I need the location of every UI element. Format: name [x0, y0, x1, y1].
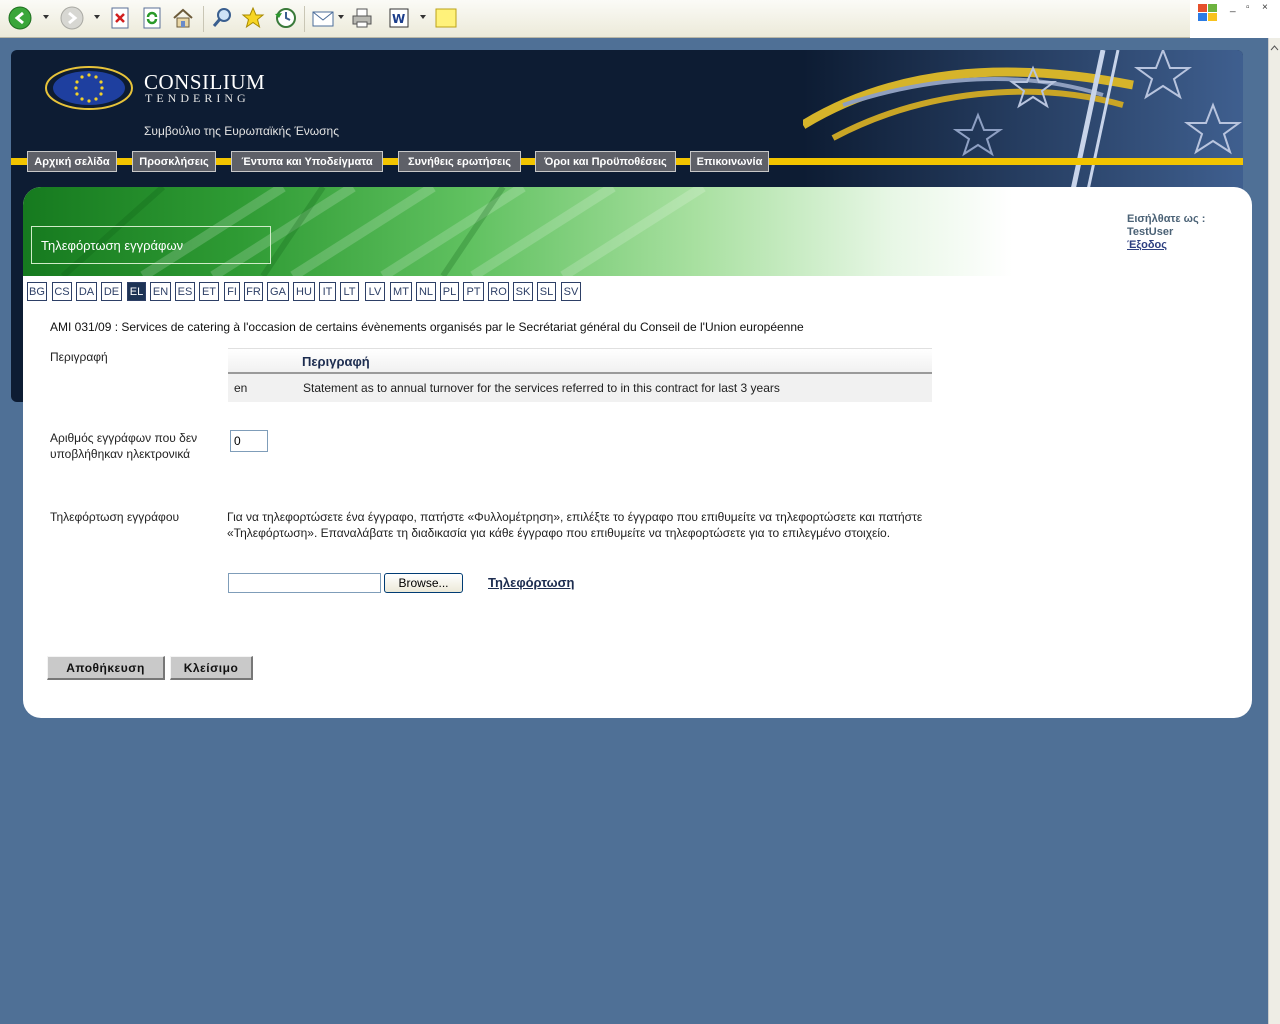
lang-lv[interactable]: LV — [365, 282, 385, 301]
content-panel: Τηλεφόρτωση εγγράφων Εισήλθατε ως : Test… — [23, 187, 1252, 718]
username: TestUser — [1127, 226, 1174, 238]
paper-count-label: Αριθμός εγγράφων που δεν υποβλήθηκαν ηλε… — [50, 431, 198, 461]
lang-it[interactable]: IT — [319, 282, 336, 301]
logout-link[interactable]: Έξοδος — [1127, 239, 1167, 251]
lang-pt[interactable]: PT — [463, 282, 484, 301]
mail-dropdown-icon[interactable] — [338, 15, 344, 19]
minimize-button[interactable]: _ — [1230, 2, 1236, 13]
edit-dropdown-icon[interactable] — [420, 15, 426, 19]
home-icon[interactable] — [171, 6, 195, 30]
description-table: Περιγραφή en Statement as to annual turn… — [228, 348, 932, 402]
windows-logo-icon — [1198, 4, 1217, 21]
lang-lt[interactable]: LT — [340, 282, 359, 301]
upload-link[interactable]: Τηλεφόρτωση — [488, 575, 575, 590]
lang-fi[interactable]: FI — [224, 282, 240, 301]
lang-sv[interactable]: SV — [561, 282, 581, 301]
lang-fr[interactable]: FR — [244, 282, 263, 301]
save-button[interactable]: Αποθήκευση — [47, 656, 165, 680]
lang-da[interactable]: DA — [76, 282, 97, 301]
svg-text:W: W — [392, 12, 405, 26]
table-header: Περιγραφή — [228, 348, 932, 374]
lang-bg[interactable]: BG — [27, 282, 47, 301]
lang-cs[interactable]: CS — [52, 282, 72, 301]
lang-mt[interactable]: MT — [390, 282, 412, 301]
lang-nl[interactable]: NL — [416, 282, 436, 301]
browse-button[interactable]: Browse... — [384, 573, 463, 593]
edit-icon[interactable]: W — [387, 6, 411, 30]
vertical-scrollbar[interactable] — [1268, 38, 1280, 1024]
close-button[interactable]: × — [1262, 2, 1268, 13]
history-icon[interactable] — [273, 6, 297, 30]
lang-de[interactable]: DE — [101, 282, 122, 301]
table-row: en Statement as to annual turnover for t… — [228, 374, 932, 402]
lang-el[interactable]: EL — [127, 282, 146, 301]
upload-instructions: Για να τηλεφορτώσετε ένα έγγραφο, πατήστ… — [227, 510, 923, 540]
nav-item-faq[interactable]: Συνήθεις ερωτήσεις — [398, 151, 521, 172]
lang-sl[interactable]: SL — [537, 282, 556, 301]
forward-dropdown-icon[interactable] — [94, 15, 100, 19]
scroll-up-icon[interactable] — [1269, 41, 1280, 55]
toolbar-separator — [203, 6, 204, 32]
window-controls: _ ▫ × — [1190, 0, 1280, 38]
toolbar-separator — [304, 6, 305, 32]
search-icon[interactable] — [210, 6, 234, 30]
council-name: Συμβούλιο της Ευρωπαϊκής Ένωσης — [144, 124, 339, 138]
lang-en[interactable]: EN — [150, 282, 171, 301]
lang-pl[interactable]: PL — [440, 282, 459, 301]
lang-es[interactable]: ES — [175, 282, 195, 301]
table-header-description: Περιγραφή — [302, 354, 370, 369]
nav-item-forms[interactable]: Έντυπα και Υποδείγματα — [231, 151, 383, 172]
browser-toolbar: W _ ▫ × — [0, 0, 1280, 38]
eu-flag-logo-icon — [45, 66, 133, 110]
lang-hu[interactable]: HU — [293, 282, 315, 301]
page-title: Τηλεφόρτωση εγγράφων — [31, 226, 271, 264]
logo-subtitle: TENDERING — [145, 91, 250, 105]
back-dropdown-icon[interactable] — [43, 15, 49, 19]
row-language: en — [234, 381, 248, 395]
back-icon[interactable] — [8, 6, 32, 30]
file-path-input[interactable] — [228, 573, 381, 593]
lang-ro[interactable]: RO — [488, 282, 509, 301]
nav-item-contact[interactable]: Επικοινωνία — [690, 151, 769, 172]
mail-icon[interactable] — [311, 6, 335, 30]
print-icon[interactable] — [350, 6, 374, 30]
restore-button[interactable]: ▫ — [1246, 2, 1250, 13]
forward-icon[interactable] — [60, 6, 84, 30]
close-form-button[interactable]: Κλείσιμο — [170, 656, 253, 680]
refresh-icon[interactable] — [140, 6, 164, 30]
nav-item-calls[interactable]: Προσκλήσεις — [132, 151, 216, 172]
row-description: Statement as to annual turnover for the … — [303, 381, 780, 395]
paper-count-input[interactable] — [230, 430, 268, 452]
nav-item-terms[interactable]: Όροι και Προϋποθέσεις — [535, 151, 676, 172]
lang-ga[interactable]: GA — [267, 282, 289, 301]
login-label: Εισήλθατε ως : — [1127, 213, 1206, 225]
tender-title: AMI 031/09 : Services de catering à l'oc… — [50, 320, 804, 334]
header-stars-art — [803, 50, 1243, 190]
note-icon[interactable] — [434, 6, 458, 30]
favorites-icon[interactable] — [241, 6, 265, 30]
lang-sk[interactable]: SK — [513, 282, 533, 301]
login-info: Εισήλθατε ως : TestUser Έξοδος — [1127, 213, 1205, 252]
lang-et[interactable]: ET — [199, 282, 219, 301]
upload-document-label: Τηλεφόρτωση εγγράφου — [50, 510, 180, 524]
stop-icon[interactable] — [108, 6, 132, 30]
description-label: Περιγραφή — [50, 350, 108, 364]
nav-item-home[interactable]: Αρχική σελίδα — [27, 151, 117, 172]
